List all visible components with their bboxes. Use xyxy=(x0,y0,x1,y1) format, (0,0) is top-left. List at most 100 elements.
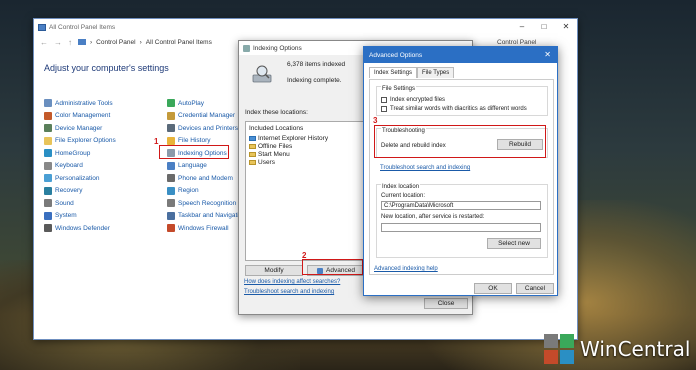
control-panel-item-label: Device Manager xyxy=(55,124,103,132)
control-panel-item[interactable]: Device Manager xyxy=(44,122,116,135)
list-item[interactable]: Users xyxy=(249,158,365,166)
magnifier-disk-icon xyxy=(252,65,272,83)
control-panel-item-label: Personalization xyxy=(55,174,100,182)
control-panel-item-label: Devices and Printers xyxy=(178,124,238,132)
close-icon[interactable]: ✕ xyxy=(544,50,551,59)
back-arrow-icon[interactable]: ← xyxy=(40,38,48,47)
control-panel-item-label: Windows Firewall xyxy=(178,224,229,232)
list-item[interactable]: Start Menu xyxy=(249,150,365,158)
control-panel-item-label: Windows Defender xyxy=(55,224,110,232)
applet-icon xyxy=(167,161,175,170)
control-panel-item[interactable]: Windows Firewall xyxy=(167,222,246,235)
new-location-label: New location, after service is restarted… xyxy=(381,214,485,220)
applet-icon xyxy=(167,224,175,233)
tab-bar: Index Settings File Types xyxy=(364,63,557,78)
control-panel-item-label: Sound xyxy=(55,199,74,207)
wincentral-watermark: WinCentral xyxy=(544,330,694,368)
minimize-button[interactable]: – xyxy=(511,19,533,33)
file-settings-group: File Settings Index encrypted files Trea… xyxy=(376,86,548,116)
folder-icon xyxy=(249,143,256,149)
indexing-help-link[interactable]: How does indexing affect searches? xyxy=(244,279,340,285)
included-locations-list[interactable]: Included Locations Internet Explorer His… xyxy=(245,121,369,261)
tab-file-types[interactable]: File Types xyxy=(417,67,455,78)
index-location-group: Index location Current location: C:\Prog… xyxy=(376,184,548,258)
control-panel-item-label: Keyboard xyxy=(55,162,83,170)
troubleshoot-search-link[interactable]: Troubleshoot search and indexing xyxy=(380,165,470,171)
control-panel-item[interactable]: AutoPlay xyxy=(167,97,246,110)
applet-icon xyxy=(44,99,52,108)
control-panel-item-label: Recovery xyxy=(55,187,83,195)
control-panel-item[interactable]: Language xyxy=(167,160,246,173)
control-panel-item[interactable]: Devices and Printers xyxy=(167,122,246,135)
breadcrumb-all-items[interactable]: All Control Panel Items xyxy=(146,39,212,46)
annotation-box-troubleshooting xyxy=(374,125,546,158)
control-panel-item-label: Credential Manager xyxy=(178,112,236,120)
applet-icon xyxy=(44,174,52,183)
applet-icon xyxy=(44,161,52,170)
control-panel-item-label: Taskbar and Navigation xyxy=(178,212,246,220)
control-panel-item-label: Language xyxy=(178,162,207,170)
tab-index-settings[interactable]: Index Settings xyxy=(369,67,418,78)
up-arrow-icon[interactable]: ↑ xyxy=(68,38,72,47)
control-panel-item-label: Region xyxy=(178,187,199,195)
applet-icon xyxy=(167,124,175,133)
control-panel-item-label: HomeGroup xyxy=(55,149,91,157)
annotation-number-1: 1 xyxy=(154,137,159,146)
window-title: All Control Panel Items xyxy=(49,23,116,31)
window-controls: – □ ✕ xyxy=(511,19,577,33)
index-settings-panel: File Settings Index encrypted files Trea… xyxy=(369,79,554,275)
control-panel-item[interactable]: Region xyxy=(167,185,246,198)
control-panel-item[interactable]: Phone and Modem xyxy=(167,172,246,185)
address-bar[interactable]: › Control Panel › All Control Panel Item… xyxy=(78,39,212,46)
control-panel-item[interactable]: Speech Recognition xyxy=(167,197,246,210)
control-panel-item-label: Administrative Tools xyxy=(55,99,113,107)
control-panel-item[interactable]: Administrative Tools xyxy=(44,97,116,110)
file-settings-label: File Settings xyxy=(381,86,417,92)
applet-icon xyxy=(44,111,52,120)
index-location-label: Index location xyxy=(381,184,421,190)
encrypted-files-checkbox[interactable]: Index encrypted files xyxy=(381,95,527,104)
new-location-field[interactable] xyxy=(381,223,541,232)
applet-icon xyxy=(44,224,52,233)
control-panel-item[interactable]: Keyboard xyxy=(44,160,116,173)
control-panel-item[interactable]: Personalization xyxy=(44,172,116,185)
list-item[interactable]: Internet Explorer History xyxy=(249,134,365,142)
control-panel-titlebar: All Control Panel Items xyxy=(34,19,577,35)
applet-icon xyxy=(44,186,52,195)
applet-icon xyxy=(167,136,175,145)
control-panel-item-label: System xyxy=(55,212,77,220)
wincentral-wordmark: WinCentral xyxy=(580,337,691,361)
ok-button[interactable]: OK xyxy=(474,283,512,294)
control-panel-item[interactable]: System xyxy=(44,210,116,223)
maximize-button[interactable]: □ xyxy=(533,19,555,33)
control-panel-item[interactable]: Sound xyxy=(44,197,116,210)
close-dialog-button[interactable]: Close xyxy=(424,298,468,309)
control-panel-item[interactable]: Windows Defender xyxy=(44,222,116,235)
forward-arrow-icon[interactable]: → xyxy=(54,38,62,47)
cancel-button[interactable]: Cancel xyxy=(516,283,554,294)
advanced-options-titlebar: Advanced Options ✕ xyxy=(364,47,557,63)
close-button[interactable]: ✕ xyxy=(555,19,577,33)
troubleshoot-link[interactable]: Troubleshoot search and indexing xyxy=(244,289,334,295)
select-new-button[interactable]: Select new xyxy=(487,238,541,249)
control-panel-item[interactable]: Credential Manager xyxy=(167,110,246,123)
control-panel-item[interactable]: File Explorer Options xyxy=(44,135,116,148)
control-panel-icon xyxy=(38,23,46,31)
wincentral-logo-icon xyxy=(544,334,574,364)
list-item[interactable]: Offline Files xyxy=(249,142,365,150)
current-location-field[interactable]: C:\ProgramData\Microsoft xyxy=(381,201,541,210)
control-panel-item[interactable]: HomeGroup xyxy=(44,147,116,160)
control-panel-item[interactable]: Taskbar and Navigation xyxy=(167,210,246,223)
advanced-options-dialog: Advanced Options ✕ Index Settings File T… xyxy=(363,46,558,296)
control-panel-item-label: Speech Recognition xyxy=(178,199,237,207)
index-locations-label: Index these locations: xyxy=(245,109,308,116)
control-panel-item[interactable]: Color Management xyxy=(44,110,116,123)
advanced-help-link[interactable]: Advanced indexing help xyxy=(374,266,438,272)
applet-icon xyxy=(167,99,175,108)
diacritics-checkbox[interactable]: Treat similar words with diacritics as d… xyxy=(381,104,527,113)
breadcrumb-control-panel[interactable]: Control Panel xyxy=(96,39,135,46)
modify-button[interactable]: Modify xyxy=(245,265,303,276)
dialog-title: Indexing Options xyxy=(253,44,302,52)
current-location-label: Current location: xyxy=(381,193,426,199)
control-panel-item[interactable]: Recovery xyxy=(44,185,116,198)
